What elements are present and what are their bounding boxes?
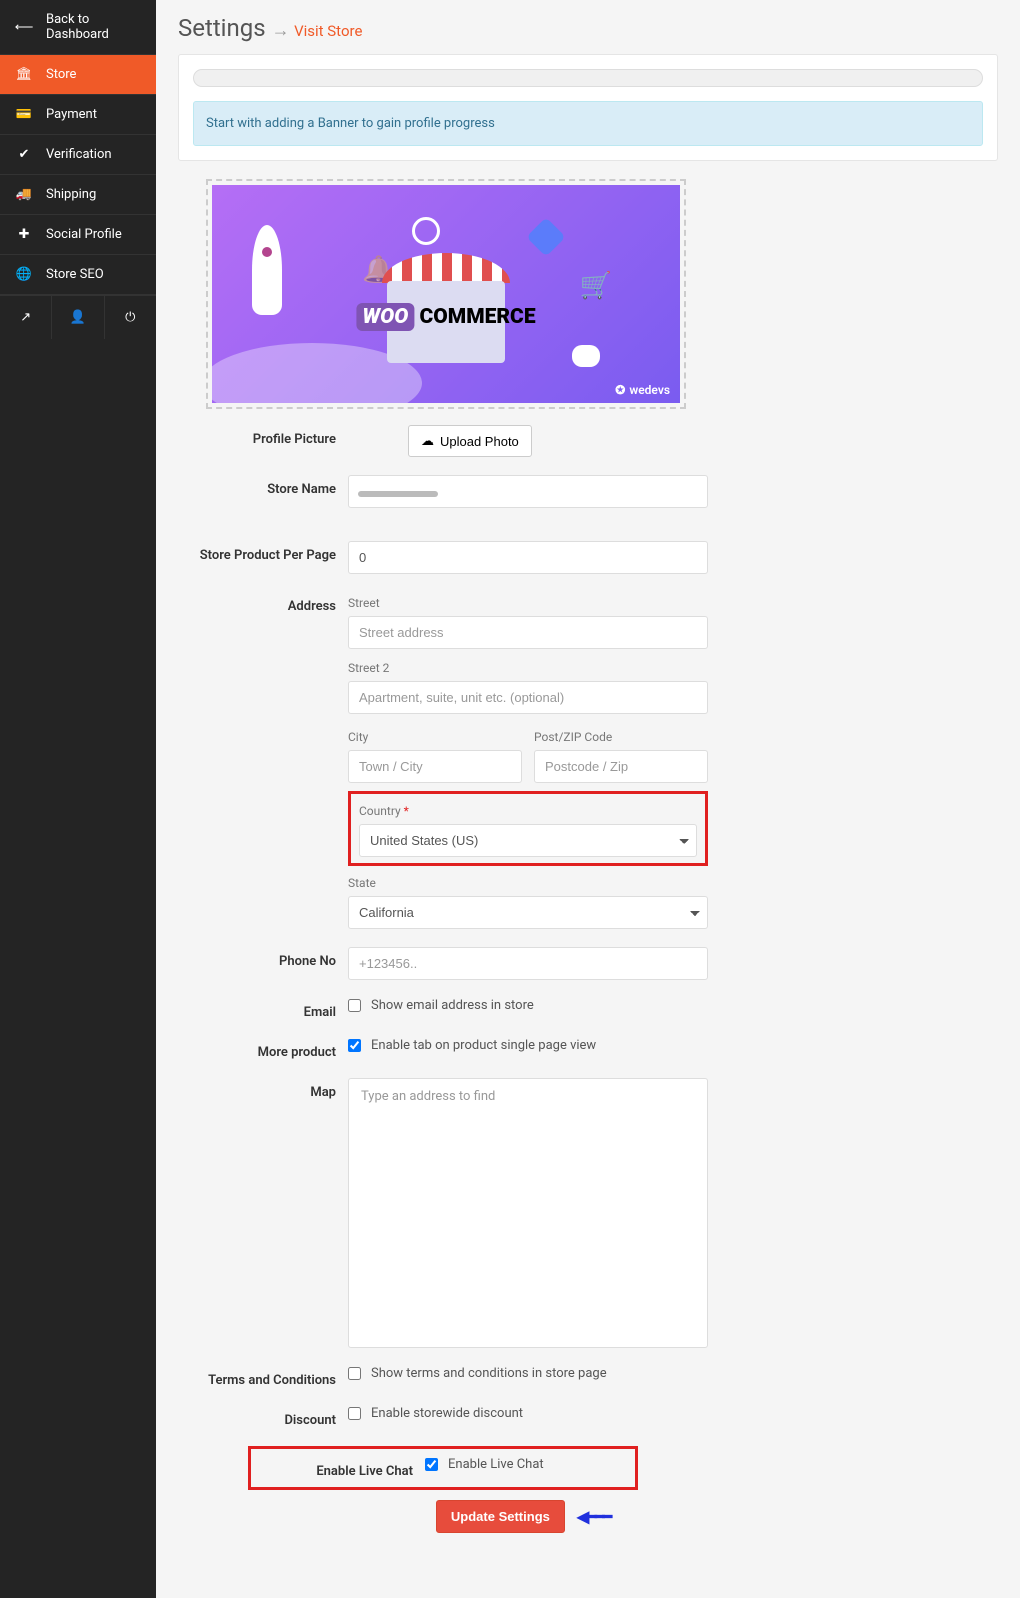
phone-input[interactable] [348, 947, 708, 980]
power-icon[interactable]: ⏻ [105, 296, 156, 339]
street-label: Street [348, 596, 708, 610]
check-icon: ✔ [16, 147, 32, 162]
bottom-icons: ↗ 👤 ⏻ [0, 295, 156, 339]
nav-label: Store [46, 67, 76, 82]
nav-back-dashboard[interactable]: ⟵ Back to Dashboard [0, 0, 156, 55]
discount-chk-label: Enable storewide discount [371, 1406, 523, 1421]
more-product-checkbox[interactable] [348, 1039, 361, 1052]
truck-icon: 🚚 [16, 187, 32, 202]
country-select[interactable]: United States (US) [359, 824, 697, 857]
nav-label: Payment [46, 107, 97, 122]
nav-label: Social Profile [46, 227, 122, 242]
zip-input[interactable] [534, 750, 708, 783]
nav-verification[interactable]: ✔ Verification [0, 135, 156, 175]
address-label: Address [178, 592, 348, 614]
share-icon: ✚ [16, 227, 32, 242]
discount-checkbox[interactable] [348, 1407, 361, 1420]
street2-input[interactable] [348, 681, 708, 714]
state-label: State [348, 876, 708, 890]
more-product-chk-label: Enable tab on product single page view [371, 1038, 596, 1053]
email-label: Email [178, 998, 348, 1020]
nav-seo[interactable]: 🌐 Store SEO [0, 255, 156, 295]
store-name-label: Store Name [178, 475, 348, 497]
alert-card: Start with adding a Banner to gain profi… [178, 54, 998, 161]
cloud-upload-icon: ☁ [421, 433, 434, 449]
phone-label: Phone No [178, 947, 348, 969]
street2-label: Street 2 [348, 661, 708, 675]
city-input[interactable] [348, 750, 522, 783]
livechat-checkbox[interactable] [425, 1458, 438, 1471]
update-settings-button[interactable]: Update Settings [436, 1500, 565, 1533]
progress-bar [193, 69, 983, 87]
livechat-label: Enable Live Chat [255, 1457, 425, 1479]
terms-label: Terms and Conditions [178, 1366, 348, 1388]
email-chk-label: Show email address in store [371, 998, 534, 1013]
more-product-label: More product [178, 1038, 348, 1060]
state-select[interactable]: California [348, 896, 708, 929]
visit-store-link[interactable]: Visit Store [294, 22, 362, 40]
livechat-chk-label: Enable Live Chat [448, 1457, 544, 1472]
profile-picture-label: Profile Picture [178, 425, 348, 447]
upload-photo-button[interactable]: ☁ Upload Photo [408, 425, 532, 457]
brand-watermark: ✪ wedevs [615, 383, 670, 397]
zip-label: Post/ZIP Code [534, 730, 708, 744]
banner-upload-area[interactable]: 🔔 WOO COMMERCE 🛒 ✪ wedevs [206, 179, 686, 409]
nav-label: Verification [46, 147, 112, 162]
nav-store[interactable]: 🏛 Store [0, 55, 156, 95]
products-per-page-label: Store Product Per Page [178, 541, 348, 563]
arrow-right-icon: → [272, 20, 294, 41]
info-alert: Start with adding a Banner to gain profi… [193, 101, 983, 146]
nav-shipping[interactable]: 🚚 Shipping [0, 175, 156, 215]
globe-icon: 🌐 [16, 267, 32, 282]
products-per-page-input[interactable] [348, 541, 708, 574]
sidebar: ⟵ Back to Dashboard 🏛 Store 💳 Payment ✔ … [0, 0, 156, 1598]
bank-icon: 🏛 [16, 67, 32, 82]
livechat-highlight-box: Enable Live Chat Enable Live Chat [248, 1446, 638, 1490]
street-input[interactable] [348, 616, 708, 649]
email-checkbox[interactable] [348, 999, 361, 1012]
external-link-icon[interactable]: ↗ [0, 296, 52, 339]
arrow-left-icon: ⟵ [16, 20, 32, 35]
nav-label: Back to Dashboard [46, 12, 140, 42]
user-icon[interactable]: 👤 [52, 296, 104, 339]
nav-social[interactable]: ✚ Social Profile [0, 215, 156, 255]
nav-payment[interactable]: 💳 Payment [0, 95, 156, 135]
discount-label: Discount [178, 1406, 348, 1428]
nav-label: Shipping [46, 187, 96, 202]
card-icon: 💳 [16, 107, 32, 122]
nav-label: Store SEO [46, 267, 104, 282]
country-label: Country [359, 804, 401, 818]
city-label: City [348, 730, 522, 744]
terms-checkbox[interactable] [348, 1367, 361, 1380]
arrow-indicator-icon: ◀━━━ [577, 1507, 610, 1526]
page-title: Settings → Visit Store [178, 14, 998, 42]
map-search-box[interactable]: Type an address to find [348, 1078, 708, 1348]
terms-chk-label: Show terms and conditions in store page [371, 1366, 607, 1381]
banner-preview: 🔔 WOO COMMERCE 🛒 ✪ wedevs [212, 185, 680, 403]
main-content: Settings → Visit Store Start with adding… [156, 0, 1020, 1598]
country-highlight-box: Country * United States (US) [348, 791, 708, 866]
map-label: Map [178, 1078, 348, 1100]
